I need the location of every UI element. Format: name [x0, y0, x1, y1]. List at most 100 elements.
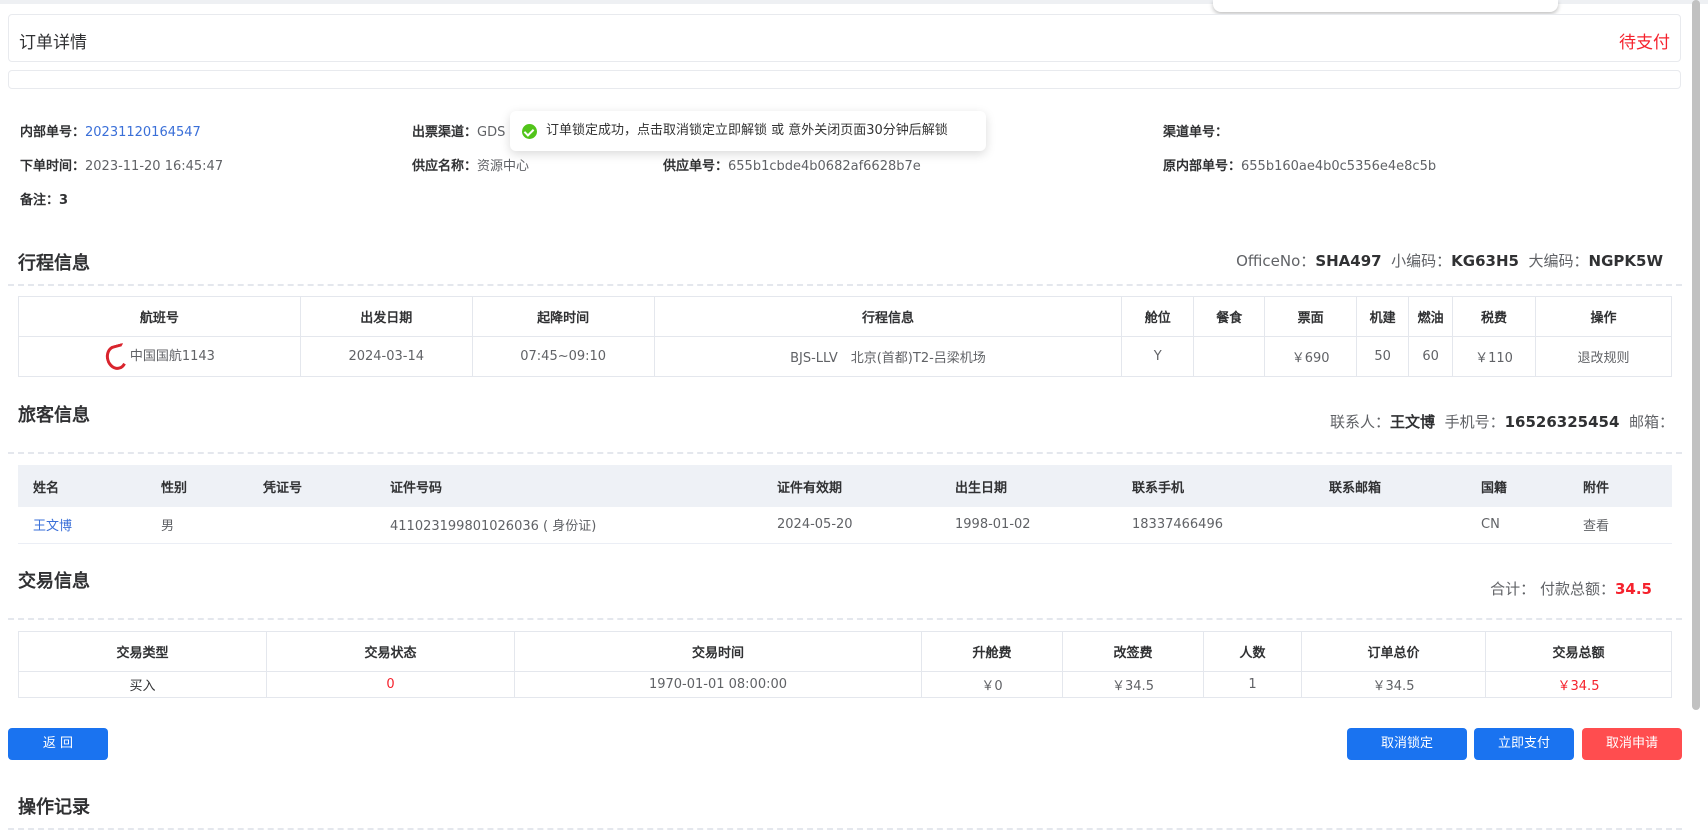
channel-field: 出票渠道：GDS: [412, 121, 505, 140]
table-row: 买入 0 1970-01-01 08:00:00 ￥0 ￥34.5 1 ￥34.…: [18, 671, 1672, 698]
transaction-summary: 合计： 付款总额：34.5: [1490, 578, 1652, 599]
meal: [1193, 336, 1266, 377]
col-header: 餐食: [1193, 296, 1266, 337]
col-header: 附件: [1568, 465, 1672, 507]
order-time-label: 下单时间：: [20, 159, 86, 174]
col-header: 性别: [146, 465, 248, 507]
supplier-name-field: 供应名称：资源中心: [412, 155, 529, 174]
scrollbar-thumb[interactable]: [1692, 0, 1700, 710]
table-row: 王文博 男 411023199801026036 ( 身份证) 2024-05-…: [18, 507, 1672, 544]
back-button[interactable]: 返 回: [8, 728, 108, 760]
pay-total-value: 34.5: [1614, 580, 1652, 598]
col-header: 交易类型: [18, 631, 267, 672]
refund-rules-link[interactable]: 退改规则: [1535, 336, 1672, 377]
col-header: 机建: [1356, 296, 1410, 337]
orig-internal-no-value: 655b160ae4b0c5356e4e8c5b: [1241, 159, 1437, 174]
cabin: Y: [1121, 336, 1195, 377]
order-total: ￥34.5: [1301, 671, 1486, 698]
contact-email: [1314, 507, 1466, 544]
col-header: 国籍: [1466, 465, 1568, 507]
pay-now-button[interactable]: 立即支付: [1474, 728, 1574, 760]
success-check-icon: [522, 124, 537, 139]
page-title: 订单详情: [19, 33, 87, 53]
contact-label: 联系人：: [1330, 413, 1391, 431]
pay-total-label: 付款总额：: [1539, 580, 1615, 598]
dropdown-edge: [1213, 0, 1558, 12]
table-header-row: 交易类型 交易状态 交易时间 升舱费 改签费 人数 订单总价 交易总额: [18, 631, 1672, 672]
internal-no-field: 内部单号：20231120164547: [20, 121, 201, 140]
big-code-label: 大编码：: [1528, 252, 1589, 270]
email-label: 邮箱：: [1628, 413, 1674, 431]
supplier-no-value: 655b1cbde4b0682af6628b7e: [728, 159, 921, 174]
channel-label: 出票渠道：: [412, 125, 478, 140]
cancel-lock-button[interactable]: 取消锁定: [1347, 728, 1467, 760]
flight-no: 中国国航1143: [129, 349, 215, 364]
operation-log-title: 操作记录: [18, 797, 90, 818]
channel-value: GDS: [477, 125, 506, 140]
supplier-no-label: 供应单号：: [663, 159, 729, 174]
col-header: 证件有效期: [762, 465, 940, 507]
col-header: 联系邮箱: [1314, 465, 1466, 507]
col-header: 操作: [1535, 296, 1672, 337]
col-header: 票面: [1264, 296, 1358, 337]
col-header: 升舱费: [921, 631, 1063, 672]
id-number: 411023199801026036 ( 身份证): [375, 507, 762, 544]
col-header: 出生日期: [940, 465, 1117, 507]
order-header: 订单详情 待支付: [8, 14, 1681, 62]
divider: [8, 284, 1682, 286]
remark-label: 备注：: [20, 193, 60, 208]
gender: 男: [146, 507, 248, 544]
col-header: 交易状态: [266, 631, 515, 672]
orig-internal-no-field: 原内部单号：655b160ae4b0c5356e4e8c5b: [1163, 155, 1436, 174]
col-header: 交易时间: [514, 631, 922, 672]
col-header: 联系手机: [1117, 465, 1314, 507]
order-status: 待支付: [1619, 33, 1670, 53]
cancel-apply-button[interactable]: 取消申请: [1582, 728, 1682, 760]
internal-no-link[interactable]: 20231120164547: [85, 125, 201, 140]
trade-time: 1970-01-01 08:00:00: [514, 671, 922, 698]
view-attachment-link[interactable]: 查看: [1568, 507, 1672, 544]
col-header: 人数: [1203, 631, 1302, 672]
col-header: 行程信息: [653, 296, 1123, 337]
col-header: 凭证号: [248, 465, 375, 507]
office-label: OfficeNo：: [1236, 252, 1316, 270]
col-header: 税费: [1452, 296, 1537, 337]
pnr-info: OfficeNo：SHA497 小编码：KG63H5 大编码：NGPK5W: [1236, 250, 1663, 271]
order-time-field: 下单时间：2023-11-20 16:45:47: [20, 155, 223, 174]
total-label: 合计：: [1490, 580, 1536, 598]
route-info: BJS-LLV 北京(首都)T2-吕梁机场: [653, 336, 1123, 377]
empty-panel: [8, 70, 1681, 89]
channel-no-label: 渠道单号：: [1163, 125, 1229, 140]
phone-value: 16526325454: [1504, 413, 1620, 431]
passenger-name-link[interactable]: 王文博: [33, 519, 72, 534]
col-header: 航班号: [18, 296, 301, 337]
fare: ￥690: [1264, 336, 1358, 377]
passenger-count: 1: [1203, 671, 1302, 698]
remark-value: 3: [59, 193, 69, 208]
order-time-value: 2023-11-20 16:45:47: [85, 159, 224, 174]
col-header: 燃油: [1408, 296, 1454, 337]
phone-label: 手机号：: [1444, 413, 1505, 431]
supplier-no-field: 供应单号：655b1cbde4b0682af6628b7e: [663, 155, 921, 174]
toast-message: 订单锁定成功，点击取消锁定立即解锁 或 意外关闭页面30分钟后解锁: [546, 123, 948, 138]
contact-info: 联系人：王文博 手机号：16526325454 邮箱：: [1330, 411, 1674, 432]
lock-success-toast: 订单锁定成功，点击取消锁定立即解锁 或 意外关闭页面30分钟后解锁: [510, 111, 986, 151]
col-header: 出发日期: [299, 296, 473, 337]
transaction-title: 交易信息: [18, 571, 90, 592]
itinerary-title: 行程信息: [18, 253, 90, 274]
col-header: 舱位: [1121, 296, 1195, 337]
fuel-fee: 60: [1408, 336, 1454, 377]
birth-date: 1998-01-02: [940, 507, 1117, 544]
trade-type: 买入: [18, 671, 267, 698]
upgrade-fee: ￥0: [921, 671, 1063, 698]
table-header-row: 航班号 出发日期 起降时间 行程信息 舱位 餐食 票面 机建 燃油 税费 操作: [18, 296, 1672, 337]
trade-status: 0: [266, 671, 515, 698]
internal-no-label: 内部单号：: [20, 125, 86, 140]
passenger-title: 旅客信息: [18, 405, 90, 426]
table-row: 中国国航1143 2024-03-14 07:45~09:10 BJS-LLV …: [18, 336, 1672, 377]
voucher-no: [248, 507, 375, 544]
supplier-name-value: 资源中心: [477, 159, 530, 174]
orig-internal-no-label: 原内部单号：: [1163, 159, 1242, 174]
table-header-row: 姓名 性别 凭证号 证件号码 证件有效期 出生日期 联系手机 联系邮箱 国籍 附…: [18, 465, 1672, 507]
divider: [8, 828, 1682, 830]
